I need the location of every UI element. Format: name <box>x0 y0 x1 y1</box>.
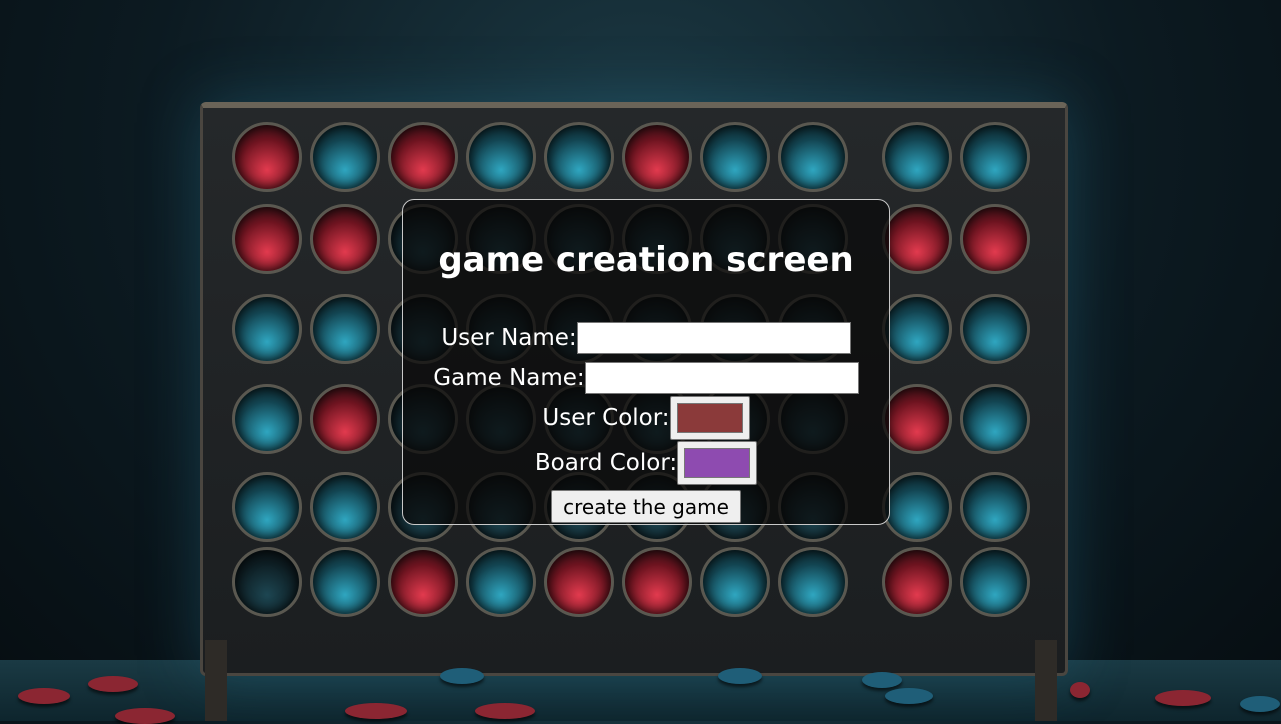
board-hole <box>700 547 770 617</box>
game-chip <box>885 688 933 704</box>
page-title: game creation screen <box>438 240 854 280</box>
board-hole <box>882 122 952 192</box>
board-hole <box>544 547 614 617</box>
user-name-row: User Name: <box>403 322 889 354</box>
board-hole <box>310 204 380 274</box>
board-hole <box>466 547 536 617</box>
board-hole <box>232 384 302 454</box>
game-creation-panel: game creation screen User Name: Game Nam… <box>402 199 890 525</box>
game-chip <box>1070 682 1090 698</box>
board-hole <box>622 122 692 192</box>
create-game-button[interactable]: create the game <box>551 490 741 523</box>
game-chip <box>115 708 175 724</box>
game-chip <box>345 703 407 719</box>
board-hole <box>700 122 770 192</box>
board-color-label: Board Color: <box>534 450 678 476</box>
user-name-input[interactable] <box>576 322 851 354</box>
user-color-label: User Color: <box>542 405 670 431</box>
board-hole <box>232 294 302 364</box>
board-hole <box>310 547 380 617</box>
board-hole <box>960 204 1030 274</box>
user-color-swatch <box>676 403 743 433</box>
user-name-label: User Name: <box>441 325 577 351</box>
board-hole <box>960 472 1030 542</box>
board-hole <box>310 472 380 542</box>
user-color-picker[interactable] <box>669 396 750 440</box>
board-hole <box>232 472 302 542</box>
board-hole <box>310 122 380 192</box>
board-hole <box>960 547 1030 617</box>
board-hole <box>960 294 1030 364</box>
user-color-row: User Color: <box>403 396 889 440</box>
board-hole <box>388 547 458 617</box>
board-color-swatch <box>684 448 751 478</box>
board-hole <box>882 294 952 364</box>
game-chip <box>440 668 484 684</box>
game-chip <box>475 703 535 719</box>
board-hole <box>310 384 380 454</box>
board-color-picker[interactable] <box>677 441 758 485</box>
board-hole <box>882 384 952 454</box>
game-chip <box>718 668 762 684</box>
board-leg <box>1035 640 1057 721</box>
game-name-row: Game Name: <box>403 362 889 394</box>
board-hole <box>466 122 536 192</box>
board-hole <box>960 384 1030 454</box>
board-hole <box>388 122 458 192</box>
game-chip <box>18 688 70 704</box>
create-row: create the game <box>403 490 889 523</box>
board-hole <box>232 547 302 617</box>
game-name-label: Game Name: <box>433 365 585 391</box>
board-hole <box>882 547 952 617</box>
board-hole <box>960 122 1030 192</box>
board-hole <box>232 122 302 192</box>
board-hole <box>778 122 848 192</box>
board-hole <box>544 122 614 192</box>
game-chip <box>1240 696 1280 712</box>
board-hole <box>778 547 848 617</box>
board-leg <box>205 640 227 721</box>
board-color-row: Board Color: <box>403 441 889 485</box>
game-name-input[interactable] <box>584 362 859 394</box>
board-hole <box>310 294 380 364</box>
board-hole <box>232 204 302 274</box>
game-chip <box>1155 690 1211 706</box>
game-chip <box>862 672 902 688</box>
board-hole <box>622 547 692 617</box>
board-hole <box>882 204 952 274</box>
board-hole <box>882 472 952 542</box>
game-chip <box>88 676 138 692</box>
